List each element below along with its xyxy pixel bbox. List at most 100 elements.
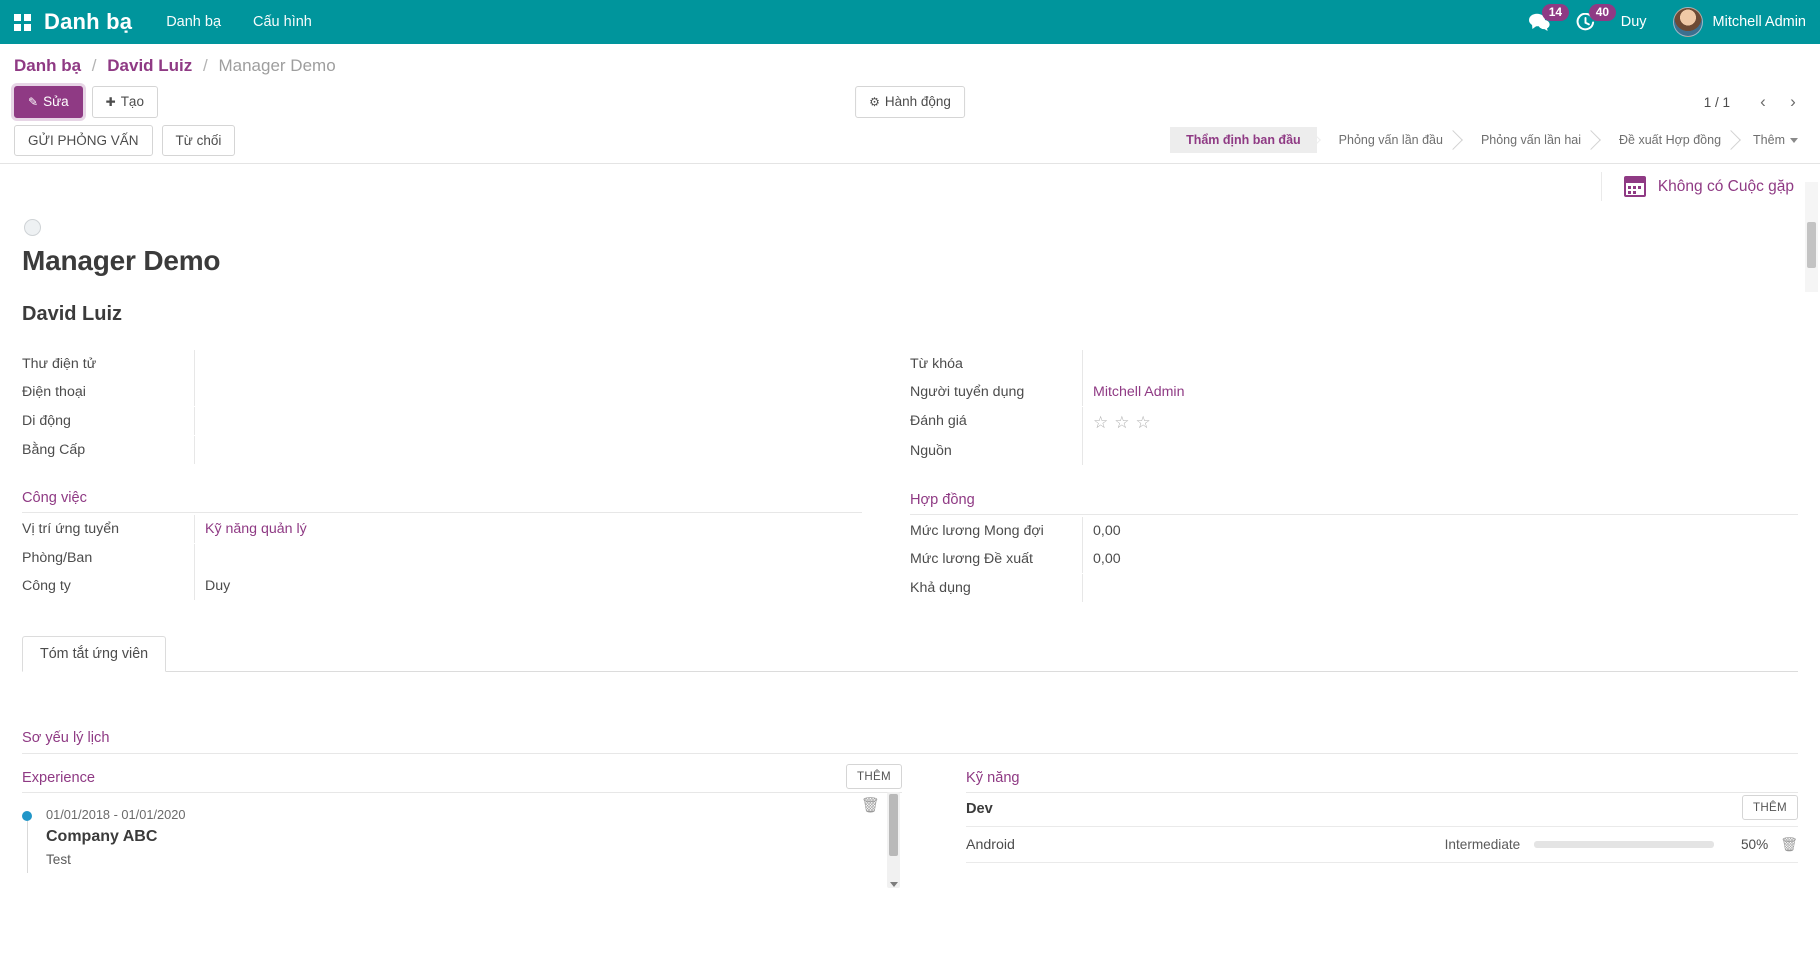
top-navbar: Danh bạ Danh bạ Cấu hình 14 40 Duy Mitch… (0, 0, 1820, 44)
field-value[interactable]: Kỹ năng quản lý (194, 515, 862, 543)
app-brand-title[interactable]: Danh bạ (44, 9, 132, 35)
refuse-button[interactable]: Từ chối (162, 125, 236, 156)
section-title-job: Công việc (22, 480, 862, 513)
breadcrumb-separator: / (203, 56, 208, 75)
stage-first-interview[interactable]: Phỏng vấn lần đầu (1317, 127, 1459, 153)
field-label: Nguồn (910, 437, 1082, 465)
create-button[interactable]: ✚ Tạo (92, 86, 158, 118)
tab-candidate-summary[interactable]: Tóm tắt ứng viên (22, 636, 166, 672)
gear-icon: ⚙ (869, 95, 880, 109)
timeline-bullet-icon (22, 811, 32, 821)
menu-item-contacts[interactable]: Danh bạ (166, 14, 221, 30)
field-value[interactable]: 0,00 (1082, 517, 1798, 545)
kanban-state-circle-icon[interactable] (24, 219, 41, 236)
field-label: Di động (22, 407, 194, 435)
breadcrumb-root[interactable]: Danh bạ (14, 56, 81, 75)
scrollbar-thumb[interactable] (889, 794, 898, 856)
experience-name[interactable]: Company ABC (46, 828, 902, 846)
field-availability: Khả dụng (910, 574, 1798, 603)
stage-label: Đề xuất Hợp đồng (1619, 133, 1721, 147)
field-phone: Điện thoại (22, 378, 862, 407)
pager-previous-button[interactable]: ‹ (1750, 89, 1776, 115)
field-value[interactable] (194, 544, 862, 572)
field-label: Khả dụng (910, 574, 1082, 602)
pencil-icon: ✎ (28, 95, 38, 109)
experience-date-range: 01/01/2018 - 01/01/2020 (46, 807, 902, 822)
field-expected-salary: Mức lương Mong đợi 0,00 (910, 517, 1798, 546)
breadcrumb-parent[interactable]: David Luiz (107, 56, 192, 75)
field-value[interactable]: Mitchell Admin (1082, 378, 1798, 406)
stage-contract-proposal[interactable]: Đề xuất Hợp đồng (1597, 127, 1737, 153)
field-label: Thư điện tử (22, 350, 194, 378)
skills-title-row: Kỹ năng (966, 770, 1798, 793)
trash-icon[interactable]: 🗑 (861, 796, 880, 814)
create-button-label: Tạo (121, 94, 144, 109)
field-value[interactable] (1082, 574, 1798, 602)
form-inner-group: Thư điện tử Điện thoại Di động Bằng Cấp … (22, 350, 1798, 603)
action-menu-label: Hành động (885, 94, 951, 109)
field-department: Phòng/Ban (22, 544, 862, 573)
user-name: Mitchell Admin (1713, 14, 1806, 30)
messages-count-badge: 14 (1542, 4, 1569, 21)
menu-item-configuration[interactable]: Cấu hình (253, 14, 312, 30)
field-applied-job: Vị trí ứng tuyển Kỹ năng quản lý (22, 515, 862, 544)
field-value[interactable] (1082, 350, 1798, 378)
star-icon[interactable]: ☆ (1114, 413, 1129, 433)
statusbar: GỬI PHỎNG VẤN Từ chối Thẩm định ban đầu … (0, 118, 1820, 156)
skill-type-row: Dev THÊM (966, 793, 1798, 827)
field-value[interactable]: Duy (194, 572, 862, 600)
messages-button[interactable]: 14 (1529, 13, 1550, 31)
meetings-smart-button[interactable]: Không có Cuộc gặp (1601, 172, 1804, 201)
field-label: Người tuyển dụng (910, 378, 1082, 406)
field-value[interactable] (194, 350, 862, 378)
field-label: Bằng Cấp (22, 436, 194, 464)
star-icon[interactable]: ☆ (1093, 413, 1108, 433)
skills-scrollbar[interactable] (1805, 182, 1818, 292)
field-value[interactable] (194, 407, 862, 435)
action-menu-wrap: ⚙ Hành động (855, 86, 965, 118)
experience-description: Test (46, 852, 902, 867)
skill-progress-bar (1534, 841, 1714, 848)
resume-line-type-title: Experience THÊM (22, 770, 902, 793)
form-sheet-wrapper: Không có Cuộc gặp Manager Demo David Lui… (0, 163, 1820, 962)
scroll-down-arrow-icon[interactable] (890, 882, 898, 887)
send-interview-button[interactable]: GỬI PHỎNG VẤN (14, 125, 153, 156)
field-label: Công ty (22, 572, 194, 600)
resume-body: Experience THÊM 01/01/2018 - 01/01/2020 … (22, 770, 1798, 867)
field-recruiter: Người tuyển dụng Mitchell Admin (910, 378, 1798, 407)
field-value[interactable] (194, 436, 862, 464)
stage-initial-qualification[interactable]: Thẩm định ban đầu (1170, 127, 1317, 153)
stage-label: Phỏng vấn lần đầu (1339, 133, 1443, 147)
form-column-right: Từ khóa Người tuyển dụng Mitchell Admin … (910, 350, 1798, 603)
field-label: Mức lương Mong đợi (910, 517, 1082, 545)
field-email: Thư điện tử (22, 350, 862, 379)
plus-icon: ✚ (106, 95, 116, 109)
stage-second-interview[interactable]: Phỏng vấn lần hai (1459, 127, 1597, 153)
navbar-right-group: 14 40 Duy Mitchell Admin (1529, 7, 1806, 37)
edit-button[interactable]: ✎Sửa (14, 86, 83, 118)
user-menu[interactable]: Mitchell Admin (1673, 7, 1806, 37)
field-value[interactable]: 0,00 (1082, 545, 1798, 573)
star-icon[interactable]: ☆ (1136, 413, 1151, 433)
database-name[interactable]: Duy (1621, 14, 1647, 30)
trash-icon[interactable]: 🗑 (1780, 836, 1798, 853)
experience-scrollbar[interactable] (887, 792, 900, 888)
meetings-label: Không có Cuộc gặp (1658, 178, 1794, 196)
scrollbar-thumb[interactable] (1807, 222, 1816, 268)
field-label: Đánh giá (910, 407, 1082, 435)
apps-menu-button[interactable] (0, 0, 44, 44)
pager-count: 1 / 1 (1704, 95, 1730, 110)
pager-next-button[interactable]: › (1780, 89, 1806, 115)
add-experience-button[interactable]: THÊM (846, 764, 902, 789)
field-mobile: Di động (22, 407, 862, 436)
activities-button[interactable]: 40 (1576, 13, 1595, 32)
add-skill-button[interactable]: THÊM (1742, 795, 1798, 820)
skill-name[interactable]: Android (966, 837, 1445, 853)
stage-label: Thẩm định ban đầu (1186, 133, 1301, 147)
field-value[interactable] (1082, 437, 1798, 465)
field-value[interactable] (194, 378, 862, 406)
skill-type-label: Dev (966, 801, 993, 817)
action-menu-button[interactable]: ⚙ Hành động (855, 86, 965, 118)
stage-more-dropdown[interactable]: Thêm (1737, 127, 1806, 153)
resume-skills-group: Kỹ năng Dev THÊM Android Intermediate (910, 770, 1798, 867)
